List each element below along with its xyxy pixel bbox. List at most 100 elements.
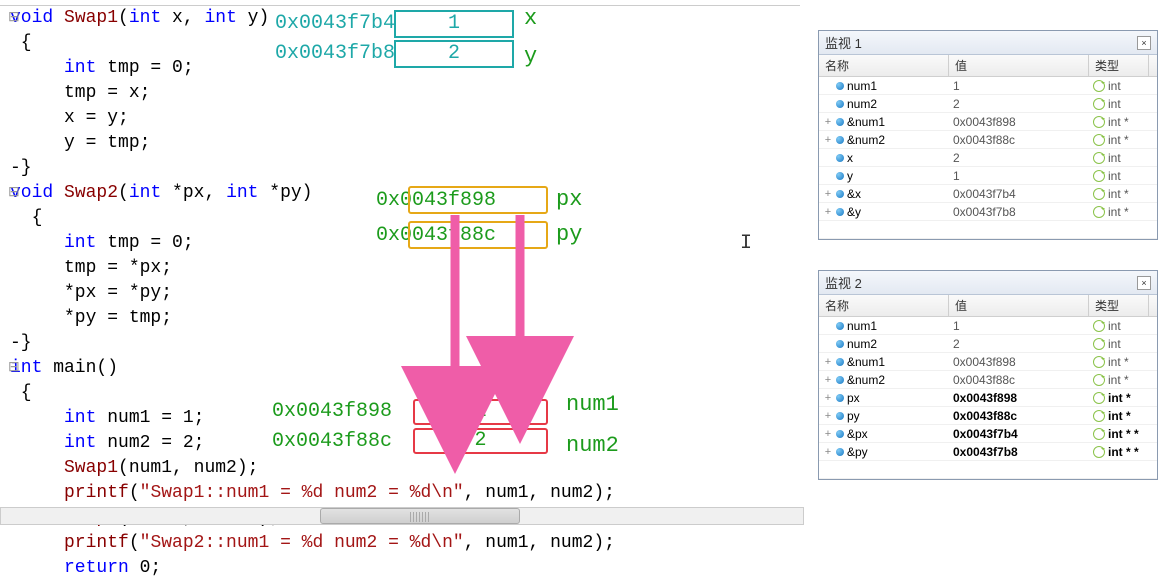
var-value: 2	[949, 335, 1089, 352]
refresh-icon[interactable]	[1093, 206, 1105, 218]
refresh-icon[interactable]	[1093, 410, 1105, 422]
watch-row[interactable]: num11int	[819, 77, 1157, 95]
watch-empty-row[interactable]	[819, 461, 1157, 479]
str: "Swap1::num1 = %d num2 = %d\n"	[140, 483, 464, 503]
var-value: 1	[949, 317, 1089, 334]
refresh-icon[interactable]	[1093, 446, 1105, 458]
refresh-icon[interactable]	[1093, 98, 1105, 110]
watch2-title-bar[interactable]: 监视 2 ×	[819, 271, 1157, 295]
watch-row[interactable]: num11int	[819, 317, 1157, 335]
t: num1 = 1;	[96, 408, 204, 428]
scrollbar-thumb[interactable]	[320, 508, 520, 524]
expand-icon[interactable]: +	[823, 389, 833, 407]
col-value[interactable]: 值	[949, 295, 1089, 316]
var-name: &num2	[847, 371, 885, 389]
watch1-title-bar[interactable]: 监视 1 ×	[819, 31, 1157, 55]
t: y = tmp;	[10, 133, 150, 153]
watch2-header[interactable]: 名称 值 类型	[819, 295, 1157, 317]
col-value[interactable]: 值	[949, 55, 1089, 76]
refresh-icon[interactable]	[1093, 338, 1105, 350]
close-icon[interactable]: ×	[1137, 36, 1151, 50]
var-name: px	[847, 389, 860, 407]
expand-icon[interactable]: +	[823, 425, 833, 443]
watch-row[interactable]: +&px0x0043f7b4int * *	[819, 425, 1157, 443]
col-type[interactable]: 类型	[1089, 55, 1149, 76]
refresh-icon[interactable]	[1093, 188, 1105, 200]
expand-icon[interactable]: +	[823, 113, 833, 131]
refresh-icon[interactable]	[1093, 356, 1105, 368]
var-name: &px	[847, 425, 868, 443]
str: "Swap2::num1 = %d num2 = %d\n"	[140, 533, 464, 553]
col-name[interactable]: 名称	[819, 55, 949, 76]
watch-row[interactable]: x2int	[819, 149, 1157, 167]
watch1-header[interactable]: 名称 值 类型	[819, 55, 1157, 77]
t: -}	[10, 158, 32, 178]
t: y)	[237, 8, 269, 28]
t: , num1, num2);	[464, 533, 615, 553]
col-name[interactable]: 名称	[819, 295, 949, 316]
expand-icon[interactable]: +	[823, 371, 833, 389]
refresh-icon[interactable]	[1093, 152, 1105, 164]
var-value: 0x0043f88c	[949, 407, 1089, 424]
watch-row[interactable]: +&py0x0043f7b8int * *	[819, 443, 1157, 461]
refresh-icon[interactable]	[1093, 320, 1105, 332]
variable-icon	[836, 322, 844, 330]
refresh-icon[interactable]	[1093, 392, 1105, 404]
t: (	[129, 533, 140, 553]
watch-panel-1[interactable]: 监视 1 × 名称 值 类型 num11intnum22int+&num10x0…	[818, 30, 1158, 240]
watch-empty-row[interactable]	[819, 221, 1157, 239]
refresh-icon[interactable]	[1093, 80, 1105, 92]
var-value: 0x0043f7b8	[949, 443, 1089, 460]
variable-icon	[836, 100, 844, 108]
expand-icon[interactable]: +	[823, 407, 833, 425]
var-value: 0x0043f898	[949, 113, 1089, 130]
watch1-title: 监视 1	[825, 33, 862, 52]
watch-row[interactable]: +py0x0043f88cint *	[819, 407, 1157, 425]
watch-row[interactable]: y1int	[819, 167, 1157, 185]
box-py	[408, 221, 548, 249]
var-name: num2	[847, 95, 877, 113]
close-icon[interactable]: ×	[1137, 276, 1151, 290]
watch-row[interactable]: +&num20x0043f88cint *	[819, 131, 1157, 149]
expand-icon[interactable]: +	[823, 185, 833, 203]
refresh-icon[interactable]	[1093, 374, 1105, 386]
code-editor[interactable]: ⊟void Swap1(int x, int y) { int tmp = 0;…	[0, 5, 800, 525]
fn: printf	[10, 483, 129, 503]
variable-icon	[836, 154, 844, 162]
variable-icon	[836, 172, 844, 180]
expand-icon[interactable]: +	[823, 443, 833, 461]
watch-row[interactable]: num22int	[819, 335, 1157, 353]
watch-row[interactable]: +&num20x0043f88cint *	[819, 371, 1157, 389]
refresh-icon[interactable]	[1093, 134, 1105, 146]
variable-icon	[836, 208, 844, 216]
var-name: &num1	[847, 353, 885, 371]
watch-row[interactable]: num22int	[819, 95, 1157, 113]
watch-row[interactable]: +&num10x0043f898int *	[819, 113, 1157, 131]
t: -}	[10, 333, 32, 353]
watch2-rows: num11intnum22int+&num10x0043f898int *+&n…	[819, 317, 1157, 461]
variable-icon	[836, 376, 844, 384]
fn: Swap1	[53, 8, 118, 28]
watch-panel-2[interactable]: 监视 2 × 名称 值 类型 num11intnum22int+&num10x0…	[818, 270, 1158, 480]
variable-icon	[836, 412, 844, 420]
kw: int	[10, 58, 96, 78]
watch2-title: 监视 2	[825, 273, 862, 292]
expand-icon[interactable]: +	[823, 131, 833, 149]
expand-icon[interactable]: +	[823, 203, 833, 221]
watch-row[interactable]: +px0x0043f898int *	[819, 389, 1157, 407]
t: *px,	[161, 183, 226, 203]
var-value: 1	[949, 77, 1089, 94]
label-px: px	[556, 187, 582, 212]
var-value: 0x0043f7b4	[949, 185, 1089, 202]
refresh-icon[interactable]	[1093, 116, 1105, 128]
variable-icon	[836, 448, 844, 456]
refresh-icon[interactable]	[1093, 428, 1105, 440]
col-type[interactable]: 类型	[1089, 295, 1149, 316]
watch-row[interactable]: +&x0x0043f7b4int *	[819, 185, 1157, 203]
refresh-icon[interactable]	[1093, 170, 1105, 182]
watch-row[interactable]: +&num10x0043f898int *	[819, 353, 1157, 371]
watch-row[interactable]: +&y0x0043f7b8int *	[819, 203, 1157, 221]
variable-icon	[836, 190, 844, 198]
var-type: int *	[1108, 185, 1129, 203]
expand-icon[interactable]: +	[823, 353, 833, 371]
